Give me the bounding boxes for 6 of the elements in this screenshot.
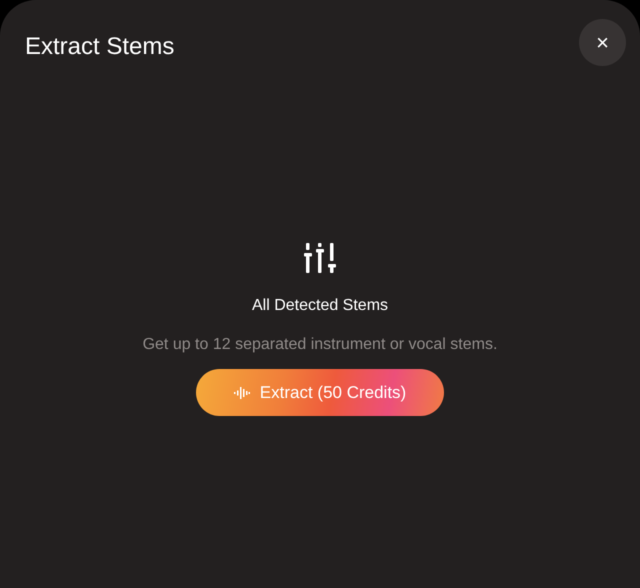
option-heading: All Detected Stems <box>252 296 388 316</box>
option-description: Get up to 12 separated instrument or vocal stems. <box>142 335 498 355</box>
dialog-title: Extract Stems <box>25 32 174 62</box>
waveform-icon <box>234 386 250 398</box>
sliders-icon <box>304 243 336 273</box>
close-button[interactable]: × <box>579 19 626 66</box>
